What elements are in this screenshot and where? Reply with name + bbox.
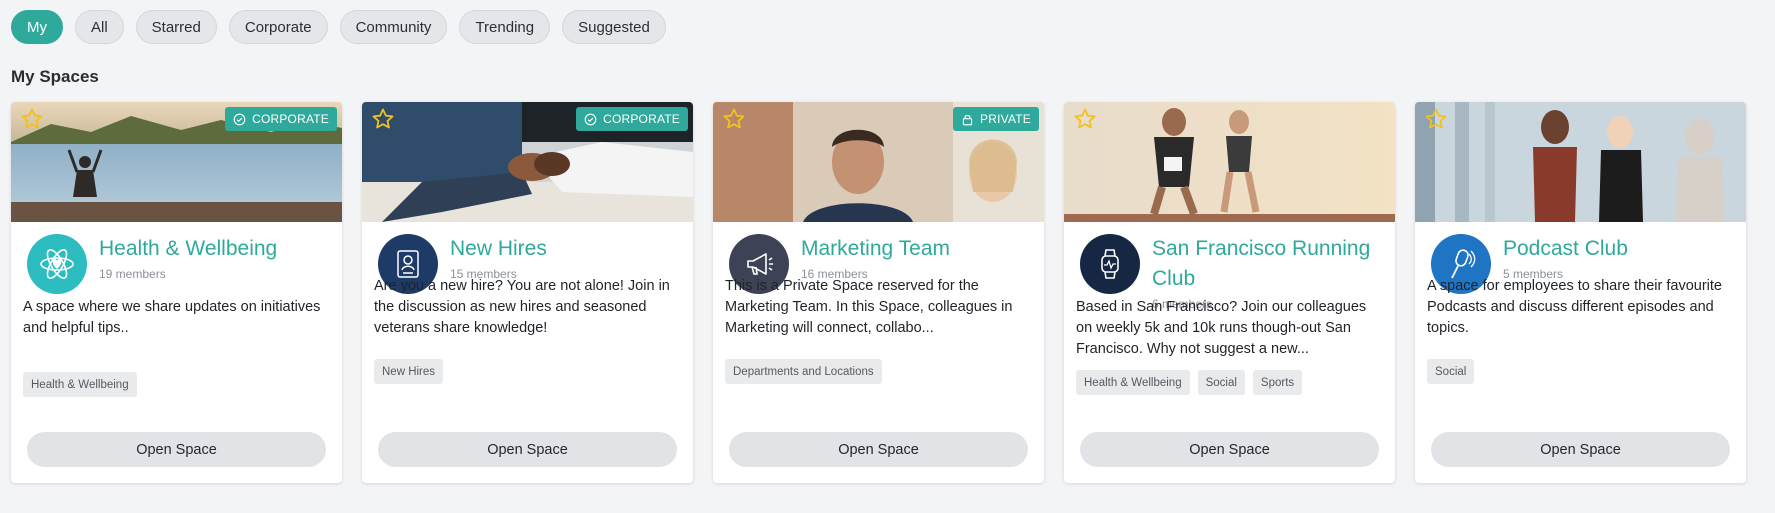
space-banner-image: CORPORATE	[11, 102, 342, 222]
member-count: 19 members	[99, 267, 166, 281]
open-space-button[interactable]: Open Space	[729, 432, 1028, 467]
atom-heart-icon	[27, 234, 87, 294]
star-icon[interactable]	[722, 107, 746, 131]
space-description: A space where we share updates on initia…	[23, 299, 321, 336]
star-icon[interactable]	[1073, 107, 1097, 131]
tag-list: New Hires	[374, 359, 444, 384]
corporate-badge: CORPORATE	[576, 107, 688, 131]
filter-my[interactable]: My	[11, 10, 63, 44]
space-description: Based in San Francisco? Join our colleag…	[1076, 299, 1367, 357]
section-title: My Spaces	[11, 67, 99, 86]
open-space-button[interactable]: Open Space	[27, 432, 326, 467]
filter-community[interactable]: Community	[339, 10, 448, 44]
smartwatch-icon	[1080, 234, 1140, 294]
space-banner-image	[1415, 102, 1746, 222]
space-card-podcast-club: Podcast Club 5 members A space for emplo…	[1415, 102, 1746, 483]
space-card-health-wellbeing: CORPORATE Health & Wellbeing 19 members …	[11, 102, 342, 483]
space-title[interactable]: Podcast Club	[1503, 234, 1743, 264]
tag-list: Social	[1427, 359, 1475, 384]
tag-list: Health & Wellbeing	[23, 372, 137, 397]
badge-label: CORPORATE	[603, 112, 680, 126]
tag[interactable]: Sports	[1252, 370, 1303, 395]
badge-label: CORPORATE	[252, 112, 329, 126]
space-description: This is a Private Space reserved for the…	[725, 278, 1013, 336]
private-badge: PRIVATE	[953, 107, 1039, 131]
space-card-marketing-team: PRIVATE Marketing Team 16 members This i…	[713, 102, 1044, 483]
star-icon[interactable]	[20, 107, 44, 131]
badge-label: PRIVATE	[980, 112, 1031, 126]
open-space-button[interactable]: Open Space	[378, 432, 677, 467]
spaces-grid: CORPORATE Health & Wellbeing 19 members …	[11, 102, 1746, 483]
tag-list: Departments and Locations	[725, 359, 882, 384]
space-description: A space for employees to share their fav…	[1427, 278, 1722, 336]
space-title[interactable]: Marketing Team	[801, 234, 1041, 264]
tag[interactable]: Health & Wellbeing	[1076, 370, 1190, 395]
space-title[interactable]: San Francisco Running Club	[1152, 234, 1392, 294]
lock-icon	[962, 114, 973, 125]
star-icon[interactable]	[1424, 107, 1448, 131]
tag[interactable]: Departments and Locations	[725, 359, 882, 384]
check-circle-icon	[233, 113, 246, 125]
open-space-button[interactable]: Open Space	[1431, 432, 1730, 467]
star-icon[interactable]	[371, 107, 395, 131]
corporate-badge: CORPORATE	[225, 107, 337, 131]
filter-all[interactable]: All	[75, 10, 124, 44]
space-title[interactable]: New Hires	[450, 234, 690, 264]
tag[interactable]: Social	[1427, 359, 1475, 384]
open-space-button[interactable]: Open Space	[1080, 432, 1379, 467]
tag-list: Health & Wellbeing Social Sports	[1076, 370, 1303, 395]
tag[interactable]: Social	[1197, 370, 1245, 395]
tag[interactable]: New Hires	[374, 359, 444, 384]
space-card-new-hires: CORPORATE New Hires 15 members Are you a…	[362, 102, 693, 483]
space-card-san-francisco-running-club: San Francisco Running Club 6 members Bas…	[1064, 102, 1395, 483]
space-description: Are you a new hire? You are not alone! J…	[374, 278, 670, 336]
check-circle-icon	[584, 113, 597, 125]
space-banner-image	[1064, 102, 1395, 222]
filter-starred[interactable]: Starred	[135, 10, 217, 44]
filter-bar: My All Starred Corporate Community Trend…	[11, 10, 666, 44]
space-banner-image: CORPORATE	[362, 102, 693, 222]
filter-trending[interactable]: Trending	[459, 10, 551, 44]
tag[interactable]: Health & Wellbeing	[23, 372, 137, 397]
filter-suggested[interactable]: Suggested	[562, 10, 666, 44]
filter-corporate[interactable]: Corporate	[228, 10, 328, 44]
space-title[interactable]: Health & Wellbeing	[99, 234, 339, 264]
space-banner-image: PRIVATE	[713, 102, 1044, 222]
